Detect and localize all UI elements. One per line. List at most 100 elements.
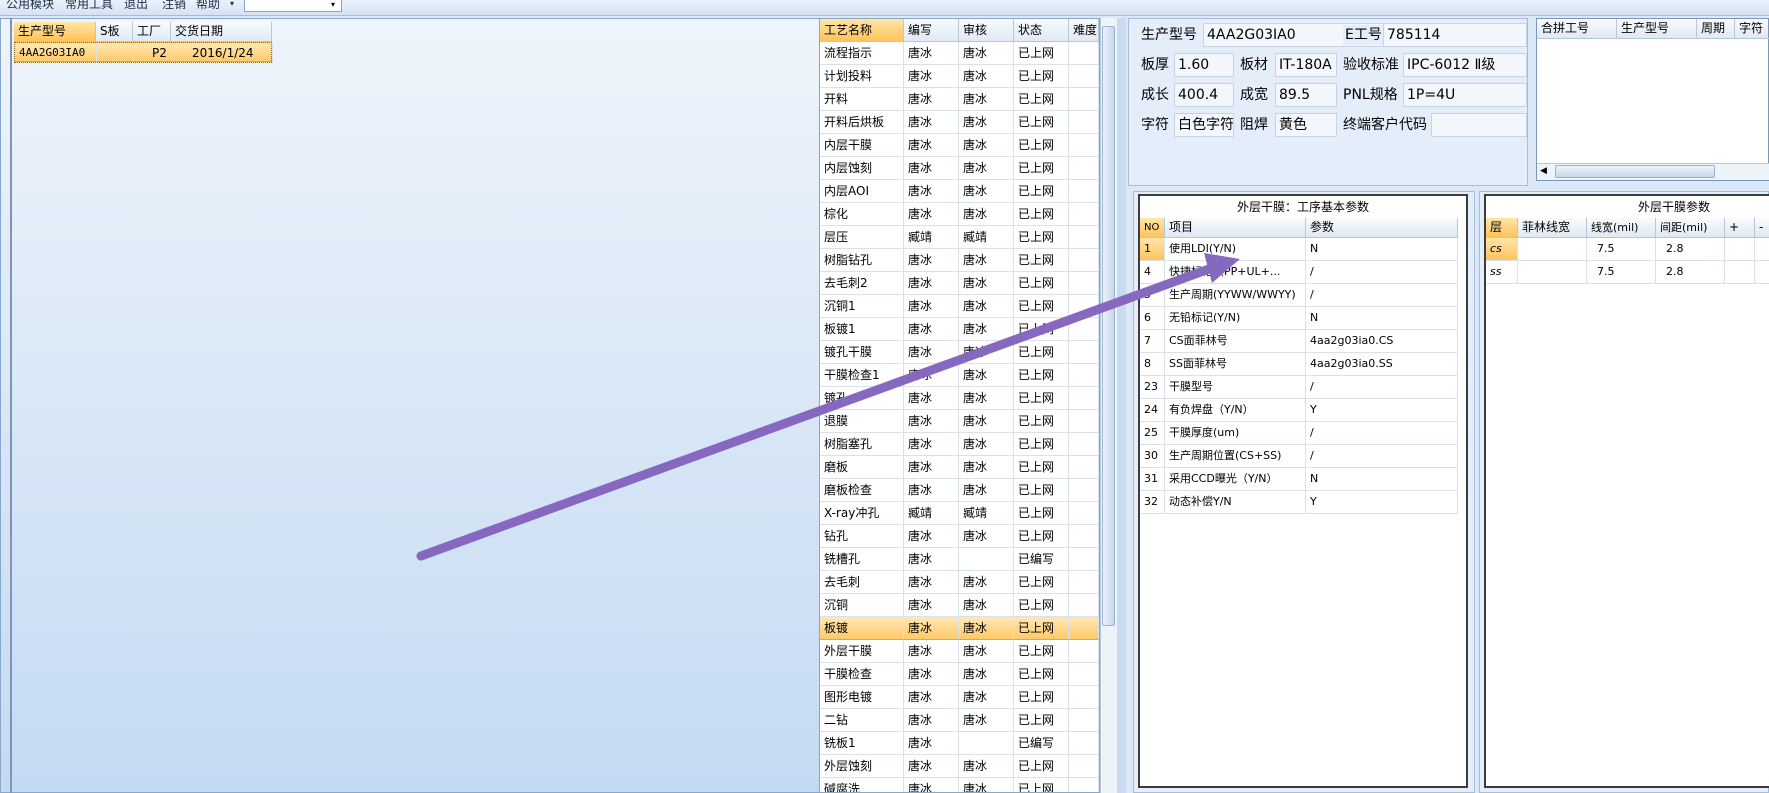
solder-mask-field[interactable]: 黄色 xyxy=(1275,113,1337,137)
process-row[interactable]: 内层蚀刻 唐冰 唐冰 已上网 xyxy=(820,157,1099,180)
param-row[interactable]: 31 采用CCD曝光（Y/N） N xyxy=(1140,468,1458,491)
process-row[interactable]: 外层蚀刻 唐冰 唐冰 已上网 xyxy=(820,755,1099,778)
product-info-panel: 生产型号 4AA2G03IA0 E工号 785114 板厚 1.60 板材 IT… xyxy=(1128,18,1528,186)
process-row[interactable]: 退膜 唐冰 唐冰 已上网 xyxy=(820,410,1099,433)
col-factory[interactable]: 工厂 xyxy=(133,22,171,42)
process-row[interactable]: 沉铜1 唐冰 唐冰 已上网 xyxy=(820,295,1099,318)
col-param[interactable]: 参数 xyxy=(1306,218,1458,238)
col-s-board[interactable]: S板 xyxy=(96,22,133,42)
param-row[interactable]: 6 无铅标记(Y/N) N xyxy=(1140,307,1458,330)
process-row[interactable]: 干膜检查 唐冰 唐冰 已上网 xyxy=(820,663,1099,686)
merged-grid-hthumb[interactable] xyxy=(1555,165,1715,178)
col-writer[interactable]: 编写 xyxy=(904,19,959,42)
width-field[interactable]: 89.5 xyxy=(1275,83,1337,107)
module-select[interactable]: ▾ xyxy=(244,0,342,12)
process-row[interactable]: 棕化 唐冰 唐冰 已上网 xyxy=(820,203,1099,226)
process-row[interactable]: 计划投料 唐冰 唐冰 已上网 xyxy=(820,65,1099,88)
material-field[interactable]: IT-180A xyxy=(1275,53,1337,77)
process-row[interactable]: 内层AOI 唐冰 唐冰 已上网 xyxy=(820,180,1099,203)
process-row[interactable]: 内层干膜 唐冰 唐冰 已上网 xyxy=(820,134,1099,157)
process-row[interactable]: 开料 唐冰 唐冰 已上网 xyxy=(820,88,1099,111)
cell-writer: 唐冰 xyxy=(904,157,959,180)
menu-exit[interactable]: 退出 xyxy=(124,0,148,12)
col-delivery-date[interactable]: 交货日期 xyxy=(171,22,272,42)
process-row[interactable]: 铣板1 唐冰 已编写 xyxy=(820,732,1099,755)
cell-difficulty xyxy=(1069,364,1099,387)
param-row[interactable]: 8 SS面菲林号 4aa2g03ia0.SS xyxy=(1140,353,1458,376)
process-row[interactable]: 去毛刺2 唐冰 唐冰 已上网 xyxy=(820,272,1099,295)
cell-writer: 唐冰 xyxy=(904,525,959,548)
col-merge-job[interactable]: 合拼工号 xyxy=(1537,19,1617,39)
col-item[interactable]: 项目 xyxy=(1165,218,1306,238)
process-scroll-thumb[interactable] xyxy=(1102,26,1115,626)
add-column-button[interactable]: + xyxy=(1725,218,1755,238)
process-row[interactable]: 层压 臧靖 臧靖 已上网 xyxy=(820,226,1099,249)
process-row[interactable]: 树脂钻孔 唐冰 唐冰 已上网 xyxy=(820,249,1099,272)
process-row[interactable]: 板镀1 唐冰 唐冰 已上网 xyxy=(820,318,1099,341)
scroll-left-icon[interactable]: ◀ xyxy=(1540,165,1547,177)
process-row[interactable]: 外层干膜 唐冰 唐冰 已上网 xyxy=(820,640,1099,663)
menu-logout[interactable]: 注销 xyxy=(162,0,186,12)
process-row[interactable]: 开料后烘板 唐冰 唐冰 已上网 xyxy=(820,111,1099,134)
process-row[interactable]: 磨板检查 唐冰 唐冰 已上网 xyxy=(820,479,1099,502)
param-row[interactable]: 25 干膜厚度(um) / xyxy=(1140,422,1458,445)
param-row[interactable]: 32 动态补偿Y/N Y xyxy=(1140,491,1458,514)
process-row[interactable]: 镀孔干膜 唐冰 唐冰 已上网 xyxy=(820,341,1099,364)
film-row[interactable]: cs 7.5 2.8 xyxy=(1486,238,1769,261)
table-row[interactable]: 4AA2G03IA0 P2 2016/1/24 xyxy=(14,42,273,63)
length-field[interactable]: 400.4 xyxy=(1174,83,1234,107)
col-no[interactable]: NO xyxy=(1140,218,1165,238)
menu-common-modules[interactable]: 公用模块 xyxy=(6,0,54,12)
col-reviewer[interactable]: 审核 xyxy=(959,19,1014,42)
cell-writer: 唐冰 xyxy=(904,571,959,594)
process-row[interactable]: 镀孔 唐冰 唐冰 已上网 xyxy=(820,387,1099,410)
e-number-field[interactable]: 785114 xyxy=(1383,23,1527,47)
param-row[interactable]: 1 使用LDI(Y/N) N xyxy=(1140,238,1458,261)
process-row[interactable]: 磨板 唐冰 唐冰 已上网 xyxy=(820,456,1099,479)
param-row[interactable]: 5 生产周期(YYWW/WWYY) / xyxy=(1140,284,1458,307)
process-row[interactable]: 碱腐洗 唐冰 唐冰 已上网 xyxy=(820,778,1099,792)
label-e-number: E工号 xyxy=(1343,25,1384,45)
process-row[interactable]: 树脂塞孔 唐冰 唐冰 已上网 xyxy=(820,433,1099,456)
cell-difficulty xyxy=(1069,387,1099,410)
film-row[interactable]: ss 7.5 2.8 xyxy=(1486,261,1769,284)
character-field[interactable]: 白色字符 xyxy=(1174,113,1234,137)
splitter-right[interactable] xyxy=(1117,18,1126,793)
process-row[interactable]: 二钻 唐冰 唐冰 已上网 xyxy=(820,709,1099,732)
param-row[interactable]: 4 快捷标记（PP+UL+... / xyxy=(1140,261,1458,284)
col-film-width[interactable]: 菲林线宽 xyxy=(1518,218,1587,238)
col-layer[interactable]: 层 xyxy=(1486,218,1518,238)
process-row[interactable]: 沉铜 唐冰 唐冰 已上网 xyxy=(820,594,1099,617)
standard-field[interactable]: IPC-6012 Ⅱ级 xyxy=(1403,53,1527,77)
process-row[interactable]: 干膜检查1 唐冰 唐冰 已上网 xyxy=(820,364,1099,387)
thickness-field[interactable]: 1.60 xyxy=(1174,53,1234,77)
process-row[interactable]: 铣槽孔 唐冰 已编写 xyxy=(820,548,1099,571)
col-process-name[interactable]: 工艺名称 xyxy=(820,19,904,42)
col-difficulty[interactable]: 难度 xyxy=(1069,19,1099,42)
param-row[interactable]: 7 CS面菲林号 4aa2g03ia0.CS xyxy=(1140,330,1458,353)
process-row[interactable]: 板镀 唐冰 唐冰 已上网 xyxy=(820,617,1099,640)
col-merge-model[interactable]: 生产型号 xyxy=(1617,19,1697,39)
col-status[interactable]: 状态 xyxy=(1014,19,1069,42)
pnl-field[interactable]: 1P=4U xyxy=(1403,83,1527,107)
cell-no: 1 xyxy=(1140,238,1165,261)
col-spacing[interactable]: 间距(mil) xyxy=(1656,218,1725,238)
param-row[interactable]: 23 干膜型号 / xyxy=(1140,376,1458,399)
customer-code-field[interactable] xyxy=(1431,113,1527,137)
help-dropdown-icon[interactable]: ▾ xyxy=(230,0,234,12)
menu-common-tools[interactable]: 常用工具 xyxy=(65,0,113,12)
remove-column-button[interactable]: - xyxy=(1755,218,1769,238)
col-merge-cycle[interactable]: 周期 xyxy=(1697,19,1735,39)
param-row[interactable]: 30 生产周期位置(CS+SS) / xyxy=(1140,445,1458,468)
splitter[interactable] xyxy=(10,18,12,793)
param-row[interactable]: 24 有负焊盘（Y/N） Y xyxy=(1140,399,1458,422)
process-row[interactable]: X-ray冲孔 臧靖 臧靖 已上网 xyxy=(820,502,1099,525)
col-merge-char[interactable]: 字符 xyxy=(1735,19,1769,39)
menu-help[interactable]: 帮助 xyxy=(196,0,220,12)
col-model[interactable]: 生产型号 xyxy=(14,22,96,42)
process-row[interactable]: 去毛刺 唐冰 唐冰 已上网 xyxy=(820,571,1099,594)
process-row[interactable]: 钻孔 唐冰 唐冰 已上网 xyxy=(820,525,1099,548)
col-line-width[interactable]: 线宽(mil) xyxy=(1587,218,1656,238)
process-row[interactable]: 图形电镀 唐冰 唐冰 已上网 xyxy=(820,686,1099,709)
process-row[interactable]: 流程指示 唐冰 唐冰 已上网 xyxy=(820,42,1099,65)
